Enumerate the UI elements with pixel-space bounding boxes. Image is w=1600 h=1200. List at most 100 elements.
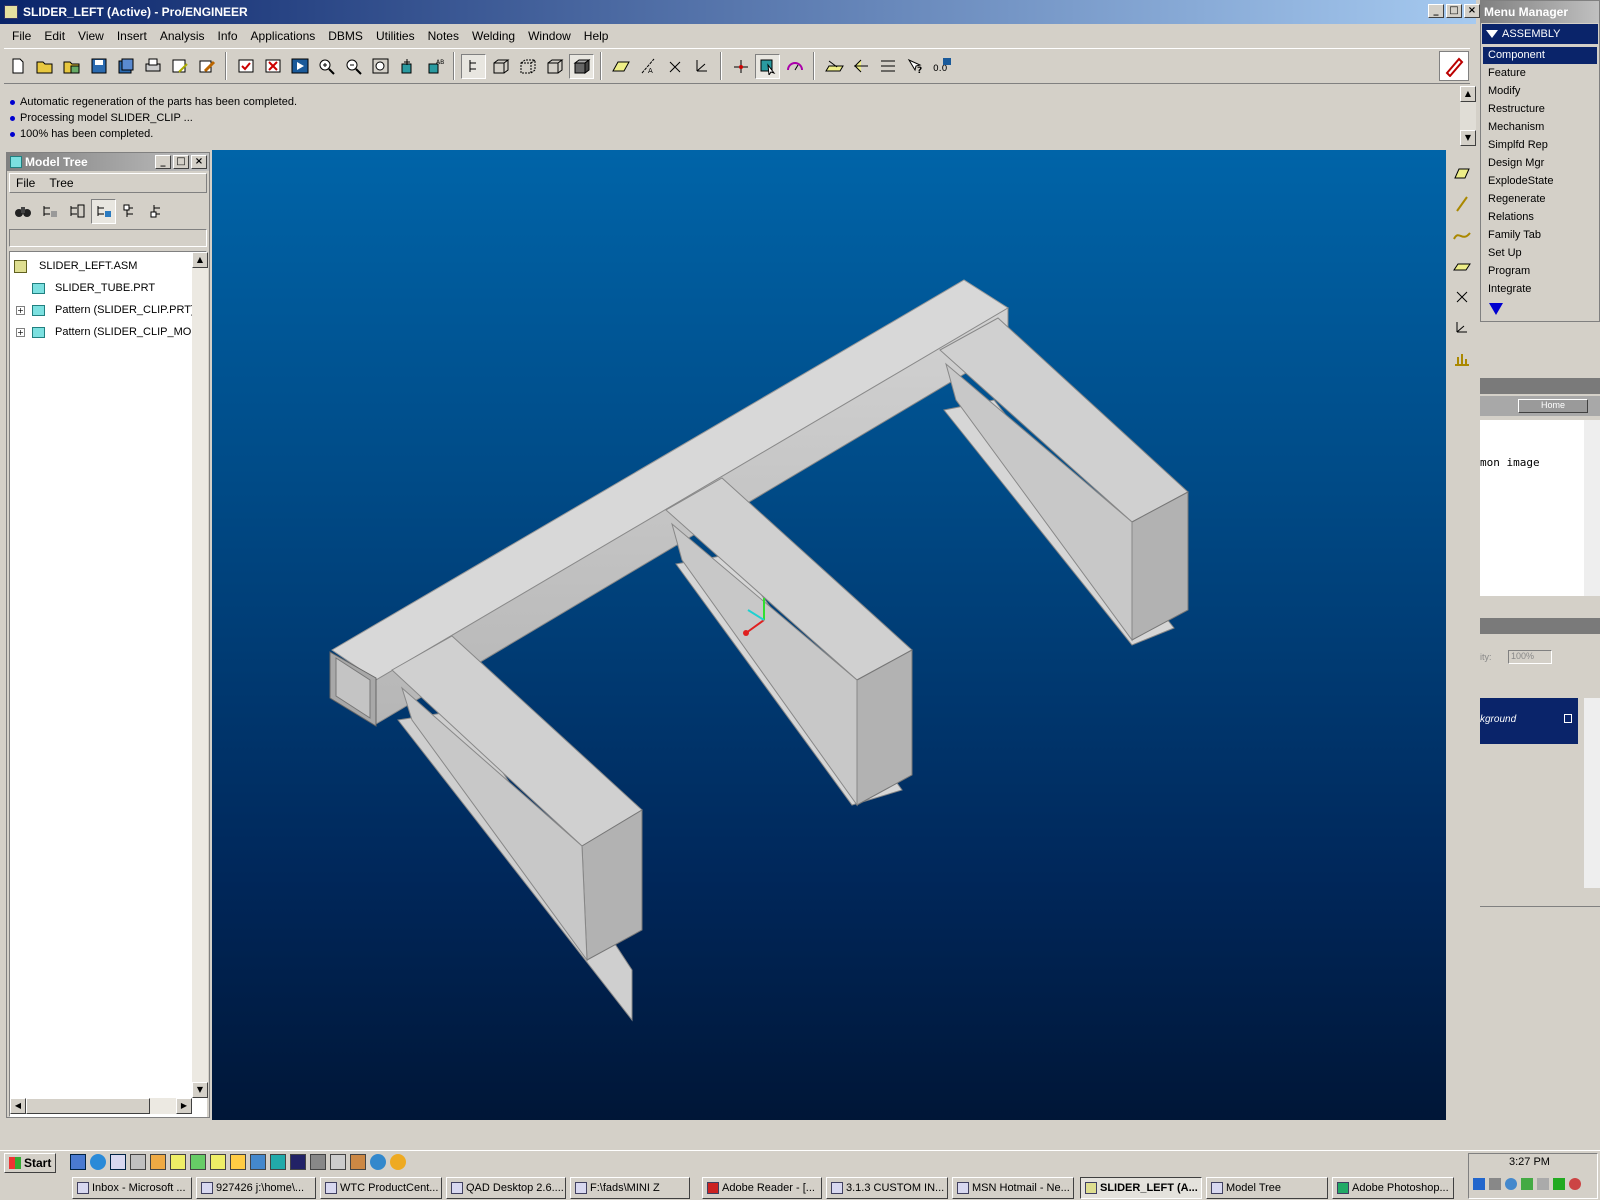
- zoom-in-icon[interactable]: [314, 54, 339, 79]
- mm-item-explodestate[interactable]: ExplodeState: [1483, 173, 1597, 190]
- tray-icon[interactable]: [1505, 1178, 1517, 1190]
- show-tree-icon[interactable]: [91, 198, 116, 224]
- save-copy-icon[interactable]: [113, 54, 138, 79]
- mm-item-set-up[interactable]: Set Up: [1483, 245, 1597, 262]
- no-hidden-icon[interactable]: [542, 54, 567, 79]
- tray-icon[interactable]: [1521, 1178, 1533, 1190]
- taskbar-button-model-tree[interactable]: Model Tree: [1206, 1177, 1328, 1199]
- menu-analysis[interactable]: Analysis: [160, 29, 205, 43]
- taskbar-button-adobe-reader[interactable]: Adobe Reader - [...: [702, 1177, 822, 1199]
- regenerate-icon[interactable]: [233, 54, 258, 79]
- mm-item-relations[interactable]: Relations: [1483, 209, 1597, 226]
- menu-file[interactable]: File: [12, 29, 31, 43]
- taskbar-button-927426[interactable]: 927426 j:\home\...: [196, 1177, 316, 1199]
- zoom-out-icon[interactable]: [341, 54, 366, 79]
- menu-dbms[interactable]: DBMS: [328, 29, 363, 43]
- scroll-up-icon[interactable]: ▲: [1460, 86, 1476, 102]
- scroll-up-icon[interactable]: ▲: [192, 252, 208, 268]
- close-button[interactable]: ×: [191, 155, 207, 169]
- refit-icon[interactable]: [368, 54, 393, 79]
- quick-launch-icon[interactable]: [330, 1154, 346, 1170]
- taskbar-button-qad[interactable]: QAD Desktop 2.6....: [446, 1177, 566, 1199]
- quick-launch-icon[interactable]: [270, 1154, 286, 1170]
- opacity-field[interactable]: 100%: [1508, 650, 1552, 664]
- quick-launch-icon[interactable]: [390, 1154, 406, 1170]
- taskbar-button-fads[interactable]: F:\fads\MINI Z: [570, 1177, 690, 1199]
- taskbar-button-custom[interactable]: 3.1.3 CUSTOM IN...: [826, 1177, 948, 1199]
- menu-tree[interactable]: Tree: [49, 176, 73, 190]
- new-file-icon[interactable]: [5, 54, 30, 79]
- menu-applications[interactable]: Applications: [251, 29, 316, 43]
- scroll-thumb[interactable]: [26, 1098, 150, 1114]
- quick-launch-icon[interactable]: [210, 1154, 226, 1170]
- model-tree-search-input[interactable]: [9, 229, 207, 247]
- hidden-line-icon[interactable]: [515, 54, 540, 79]
- tray-icon[interactable]: [1473, 1178, 1485, 1190]
- edit-pencil-icon[interactable]: [194, 54, 219, 79]
- mm-item-regenerate[interactable]: Regenerate: [1483, 191, 1597, 208]
- taskbar-button-slider-left[interactable]: SLIDER_LEFT (A...: [1080, 1177, 1202, 1199]
- menu-file[interactable]: File: [16, 176, 35, 190]
- tray-icon[interactable]: [1489, 1178, 1501, 1190]
- scroll-left-icon[interactable]: ◀: [10, 1098, 26, 1114]
- tree-horizontal-scrollbar[interactable]: ◀ ▶: [10, 1098, 192, 1114]
- menu-view[interactable]: View: [78, 29, 104, 43]
- volume-icon[interactable]: [1537, 1178, 1549, 1190]
- quick-launch-icon[interactable]: [290, 1154, 306, 1170]
- reorient-icon[interactable]: [395, 54, 420, 79]
- quick-launch-icon[interactable]: [370, 1154, 386, 1170]
- parameters-icon[interactable]: 0.0: [929, 54, 954, 79]
- view-tree-icon[interactable]: [461, 53, 486, 79]
- tree-item-root[interactable]: SLIDER_LEFT.ASM: [14, 256, 137, 276]
- mm-item-restructure[interactable]: Restructure: [1483, 101, 1597, 118]
- taskbar-button-hotmail[interactable]: MSN Hotmail - Ne...: [952, 1177, 1074, 1199]
- pen-icon[interactable]: [1439, 51, 1469, 81]
- open-folder-icon[interactable]: [32, 54, 57, 79]
- selection-filter-icon[interactable]: [755, 53, 780, 79]
- quick-launch-icon[interactable]: [70, 1154, 86, 1170]
- panel-scrollbar[interactable]: [1584, 420, 1600, 596]
- menu-help[interactable]: Help: [584, 29, 609, 43]
- datum-axes-icon[interactable]: A: [635, 54, 660, 79]
- quick-launch-icon[interactable]: [310, 1154, 326, 1170]
- saved-views-icon[interactable]: AB: [422, 54, 447, 79]
- datum-point-tool-icon[interactable]: [1450, 284, 1475, 309]
- mm-item-modify[interactable]: Modify: [1483, 83, 1597, 100]
- sketch-icon[interactable]: [821, 54, 846, 79]
- cancel-icon[interactable]: [260, 54, 285, 79]
- tree-item-part[interactable]: SLIDER_TUBE.PRT: [32, 278, 155, 298]
- quick-launch-icon[interactable]: [230, 1154, 246, 1170]
- clock[interactable]: 3:27 PM: [1509, 1156, 1550, 1168]
- open-session-icon[interactable]: [59, 54, 84, 79]
- maximize-button[interactable]: □: [1446, 4, 1462, 18]
- save-icon[interactable]: [86, 54, 111, 79]
- mm-item-family-tab[interactable]: Family Tab: [1483, 227, 1597, 244]
- find-binoculars-icon[interactable]: [10, 199, 35, 224]
- sketch-tool-icon[interactable]: [1450, 253, 1475, 278]
- tree-filter-icon[interactable]: [37, 199, 62, 224]
- quick-launch-icon[interactable]: [130, 1154, 146, 1170]
- mm-item-component[interactable]: Component: [1483, 47, 1597, 64]
- spin-center-icon[interactable]: [728, 54, 753, 79]
- menu-edit[interactable]: Edit: [44, 29, 65, 43]
- tree-item-pattern[interactable]: + Pattern (SLIDER_CLIP_MOU: [16, 322, 199, 342]
- play-icon[interactable]: [287, 54, 312, 79]
- quick-launch-icon[interactable]: [110, 1154, 126, 1170]
- mm-item-design-mgr[interactable]: Design Mgr: [1483, 155, 1597, 172]
- quick-launch-icon[interactable]: [170, 1154, 186, 1170]
- expand-icon[interactable]: +: [16, 305, 25, 315]
- wireframe-icon[interactable]: [488, 54, 513, 79]
- scroll-right-icon[interactable]: ▶: [176, 1098, 192, 1114]
- taskbar-button-photoshop[interactable]: Adobe Photoshop...: [1332, 1177, 1454, 1199]
- ie-icon[interactable]: [90, 1154, 106, 1170]
- window-title-bar[interactable]: SLIDER_LEFT (Active) - Pro/ENGINEER _ □ …: [0, 0, 1480, 24]
- tray-icon[interactable]: [1569, 1178, 1581, 1190]
- maximize-button[interactable]: □: [173, 155, 189, 169]
- minimize-button[interactable]: _: [1428, 4, 1444, 18]
- coordinate-systems-icon[interactable]: [689, 54, 714, 79]
- quick-launch-icon[interactable]: [250, 1154, 266, 1170]
- print-icon[interactable]: [140, 54, 165, 79]
- tree-vertical-scrollbar[interactable]: ▲ ▼: [192, 252, 208, 1098]
- menu-notes[interactable]: Notes: [428, 29, 459, 43]
- expand-all-icon[interactable]: [118, 199, 143, 224]
